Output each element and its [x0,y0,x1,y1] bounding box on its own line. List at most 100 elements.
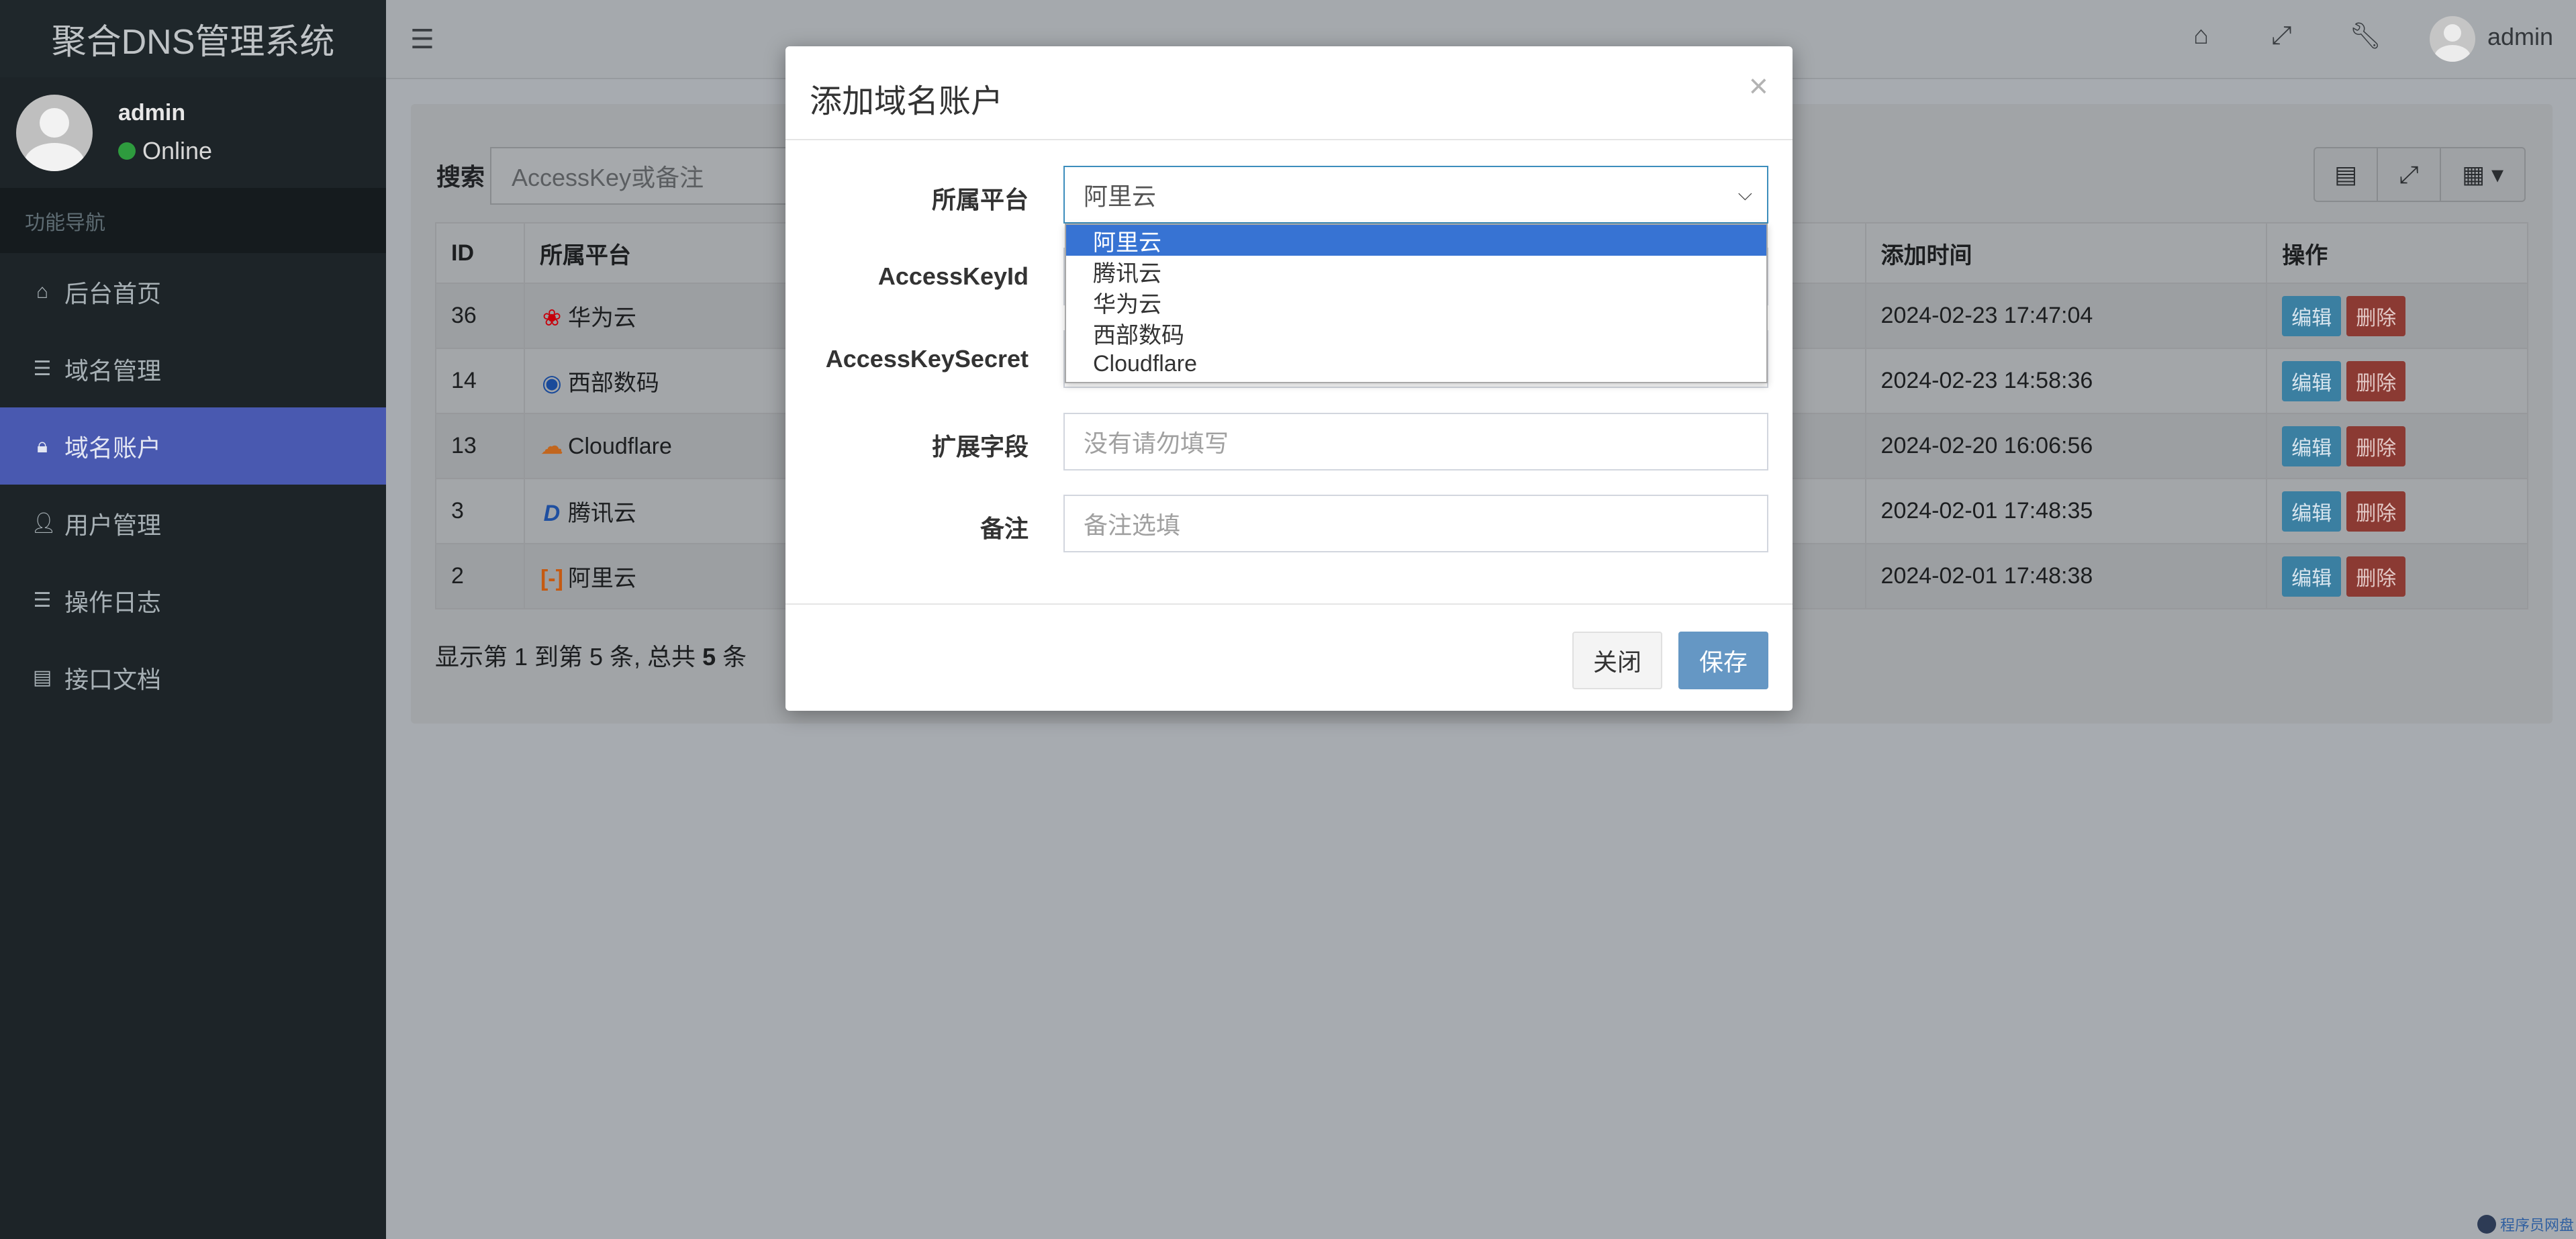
sidebar-item-domains[interactable]: ☰ 域名管理 [0,330,386,407]
user-icon: 👤︎ [31,512,57,534]
platform-name: 腾讯云 [567,501,636,526]
table-icon: ▤ [2334,160,2357,188]
cell-id: 3 [435,478,525,544]
menu-toggle-icon[interactable]: ☰ [410,24,434,55]
cell-actions: 编辑 删除 [2266,478,2528,544]
modal-footer: 关闭 保存 [785,603,1793,711]
columns-button[interactable]: ▦ ▾ [2441,148,2524,201]
chevron-down-icon: ⌵ [1737,183,1752,204]
cell-actions: 编辑 删除 [2266,348,2528,414]
delete-button[interactable]: 删除 [2346,491,2406,532]
sidebar: 聚合DNS管理系统 admin Online 功能导航 ⌂ 后台首页 ☰ 域名管… [0,0,386,1239]
edit-button[interactable]: 编辑 [2282,295,2342,336]
cell-id: 2 [435,543,525,609]
column-header-id[interactable]: ID [435,222,525,284]
remark-placeholder: 备注选填 [1084,511,1181,539]
delete-button[interactable]: 删除 [2346,360,2406,401]
west-digital-icon: ◉ [542,370,562,396]
pagination-info: 显示第 1 到第 5 条, 总共 5 条 [435,638,747,673]
app-logo[interactable]: 聚合DNS管理系统 [0,0,386,77]
watermark-text: 程序员网盘 [2500,1217,2575,1234]
ext-label: 扩展字段 [931,433,1029,460]
platform-option-westcn[interactable]: 西部数码 [1066,317,1766,348]
edit-button[interactable]: 编辑 [2282,360,2342,401]
user-name: admin [118,100,186,126]
edit-button[interactable]: 编辑 [2282,426,2342,466]
save-button[interactable]: 保存 [1678,632,1768,689]
platform-option-aliyun[interactable]: 阿里云 [1066,225,1766,256]
delete-button[interactable]: 删除 [2346,426,2406,466]
cell-id: 14 [435,348,525,414]
sidebar-item-docs[interactable]: ▤ 接口文档 [0,639,386,716]
platform-option-tencent[interactable]: 腾讯云 [1066,256,1766,287]
toggle-view-button[interactable]: ▤ [2315,148,2378,201]
sidebar-item-label: 后台首页 [64,279,162,307]
fullscreen-icon: ⤢ [2399,160,2419,188]
user-status-text: Online [142,137,213,164]
list-icon: ☰ [33,358,52,380]
user-status: Online [118,137,212,165]
platform-name: 华为云 [567,305,636,331]
tencent-icon: D [543,501,561,526]
cell-time: 2024-02-01 17:48:38 [1864,543,2268,609]
fullscreen-icon[interactable]: ⤢ [2271,21,2291,50]
platform-option-cloudflare[interactable]: Cloudflare [1066,348,1766,379]
sidebar-item-logs[interactable]: ☰ 操作日志 [0,562,386,639]
remark-label: 备注 [980,515,1029,542]
home-icon[interactable]: ⌂ [2193,21,2209,50]
edit-button[interactable]: 编辑 [2282,491,2342,532]
nav-header: 功能导航 [0,188,386,253]
online-dot-icon [118,142,136,160]
accesskeysecret-label: AccessKeySecret [825,345,1029,373]
wrench-icon[interactable]: 🔧︎ [2349,21,2381,51]
cell-id: 13 [435,413,525,479]
delete-button[interactable]: 删除 [2346,295,2406,336]
book-icon: ▤ [32,666,52,689]
top-user-name[interactable]: admin [2487,23,2553,51]
form-row-ext: 扩展字段 没有请勿填写 [785,413,1793,470]
close-icon[interactable]: × [1749,66,1768,105]
sidebar-item-label: 操作日志 [64,588,162,616]
ext-placeholder: 没有请勿填写 [1084,430,1229,457]
sidebar-item-label: 域名管理 [64,356,162,385]
platform-name: Cloudflare [567,433,672,459]
sidebar-item-label: 域名账户 [64,434,162,462]
platform-select[interactable]: 阿里云 ⌵ [1063,166,1768,224]
sidebar-item-label: 用户管理 [64,511,162,539]
avatar [16,94,93,171]
grid-icon: ▦ ▾ [2461,160,2504,188]
platform-option-huawei[interactable]: 华为云 [1066,287,1766,317]
platform-label: 所属平台 [931,186,1029,213]
user-panel: admin Online [0,77,386,188]
form-row-remark: 备注 备注选填 [785,495,1793,552]
search-label: 搜索 [436,163,485,191]
table-toolbar: ▤ ⤢ ▦ ▾ [2313,147,2526,202]
cell-time: 2024-02-01 17:48:35 [1864,478,2268,544]
platform-name: 西部数码 [567,370,659,396]
cell-time: 2024-02-20 16:06:56 [1864,413,2268,479]
sidebar-item-users[interactable]: 👤︎ 用户管理 [0,485,386,562]
cell-time: 2024-02-23 14:58:36 [1864,348,2268,414]
cloudflare-icon: ☁ [540,433,563,459]
sidebar-item-home[interactable]: ⌂ 后台首页 [0,253,386,330]
form-row-platform: 所属平台 阿里云 ⌵ [785,166,1793,224]
search-placeholder: AccessKey或备注 [512,164,704,191]
home-icon: ⌂ [36,280,49,303]
edit-button[interactable]: 编辑 [2282,556,2342,597]
cell-actions: 编辑 删除 [2266,413,2528,479]
aliyun-icon: [-] [540,566,563,591]
pagination-total: 5 [702,643,716,671]
penguin-icon [2477,1215,2496,1234]
delete-button[interactable]: 删除 [2346,556,2406,597]
fullscreen-button[interactable]: ⤢ [2378,148,2441,201]
column-header-actions: 操作 [2266,222,2528,284]
sidebar-item-accounts[interactable]: 🔒︎ 域名账户 [0,407,386,485]
pagination-suffix: 条 [716,643,747,671]
ext-input[interactable]: 没有请勿填写 [1063,413,1768,470]
pagination-prefix: 显示第 1 到第 5 条, 总共 [435,643,703,671]
platform-dropdown: 阿里云 腾讯云 华为云 西部数码 Cloudflare [1065,224,1768,383]
avatar[interactable] [2430,16,2475,62]
close-button[interactable]: 关闭 [1572,632,1662,689]
column-header-time[interactable]: 添加时间 [1864,222,2268,284]
remark-input[interactable]: 备注选填 [1063,495,1768,552]
